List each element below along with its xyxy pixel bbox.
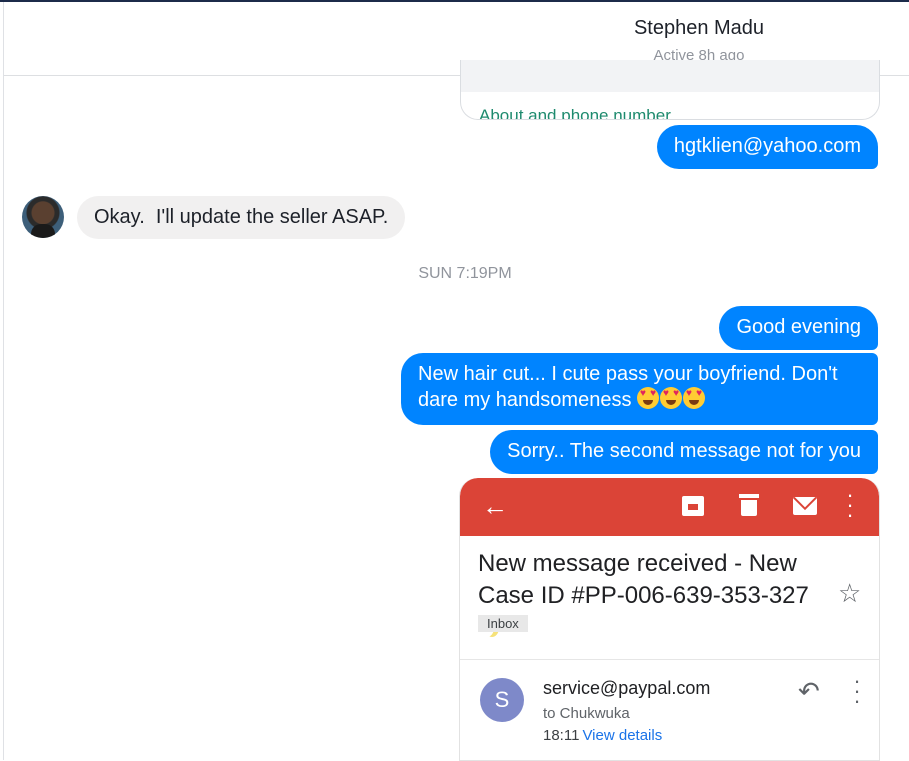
email-toolbar: ← · · · [460, 478, 879, 536]
inbox-label: Inbox [478, 615, 528, 632]
incoming-message[interactable]: Okay. I'll update the seller ASAP. [77, 196, 406, 239]
trash-icon [739, 494, 759, 516]
reply-icon: ↶ [798, 676, 820, 706]
sender-email: service@paypal.com [543, 678, 711, 698]
outgoing-message-email[interactable]: hgtklien@yahoo.com [656, 125, 878, 169]
shared-link-card[interactable]: About and phone number [460, 60, 880, 120]
email-subject: New message received - New Case ID #PP-0… [478, 548, 818, 644]
outgoing-message-sorry[interactable]: Sorry.. The second message not for you [490, 430, 878, 474]
card-link-text[interactable]: About and phone number [479, 106, 671, 119]
star-icon: ☆ [838, 578, 862, 608]
view-details-link: View details [582, 727, 663, 744]
sender-avatar: S [480, 678, 524, 722]
heart-eyes-emoji-icon [660, 387, 683, 409]
left-border [3, 2, 4, 760]
shared-email-screenshot[interactable]: ← · · · New message received - New Case ID… [459, 478, 880, 761]
mail-icon [793, 497, 817, 515]
recipient-line: to Chukwuka [543, 705, 630, 722]
back-arrow-icon: ← [482, 491, 508, 521]
message-timestamp: SUN 7:19PM [418, 265, 512, 282]
contact-name[interactable]: Stephen Madu [4, 17, 909, 40]
more-vert-icon: · · · [846, 482, 854, 527]
contact-avatar[interactable] [22, 196, 64, 238]
email-time-line: 18:11 View details [543, 727, 663, 744]
heart-eyes-emoji-icon [637, 387, 660, 409]
divider [460, 659, 879, 660]
haircut-text: New hair cut... I cute pass your boyfrie… [418, 363, 838, 411]
card-preview-area [461, 60, 879, 92]
heart-eyes-emoji-icon [683, 387, 706, 409]
archive-icon [682, 496, 704, 516]
outgoing-message-haircut[interactable]: New hair cut... I cute pass your boyfrie… [401, 353, 878, 425]
more-vert-icon: · · · [853, 668, 861, 713]
outgoing-message-greeting[interactable]: Good evening [719, 306, 878, 350]
